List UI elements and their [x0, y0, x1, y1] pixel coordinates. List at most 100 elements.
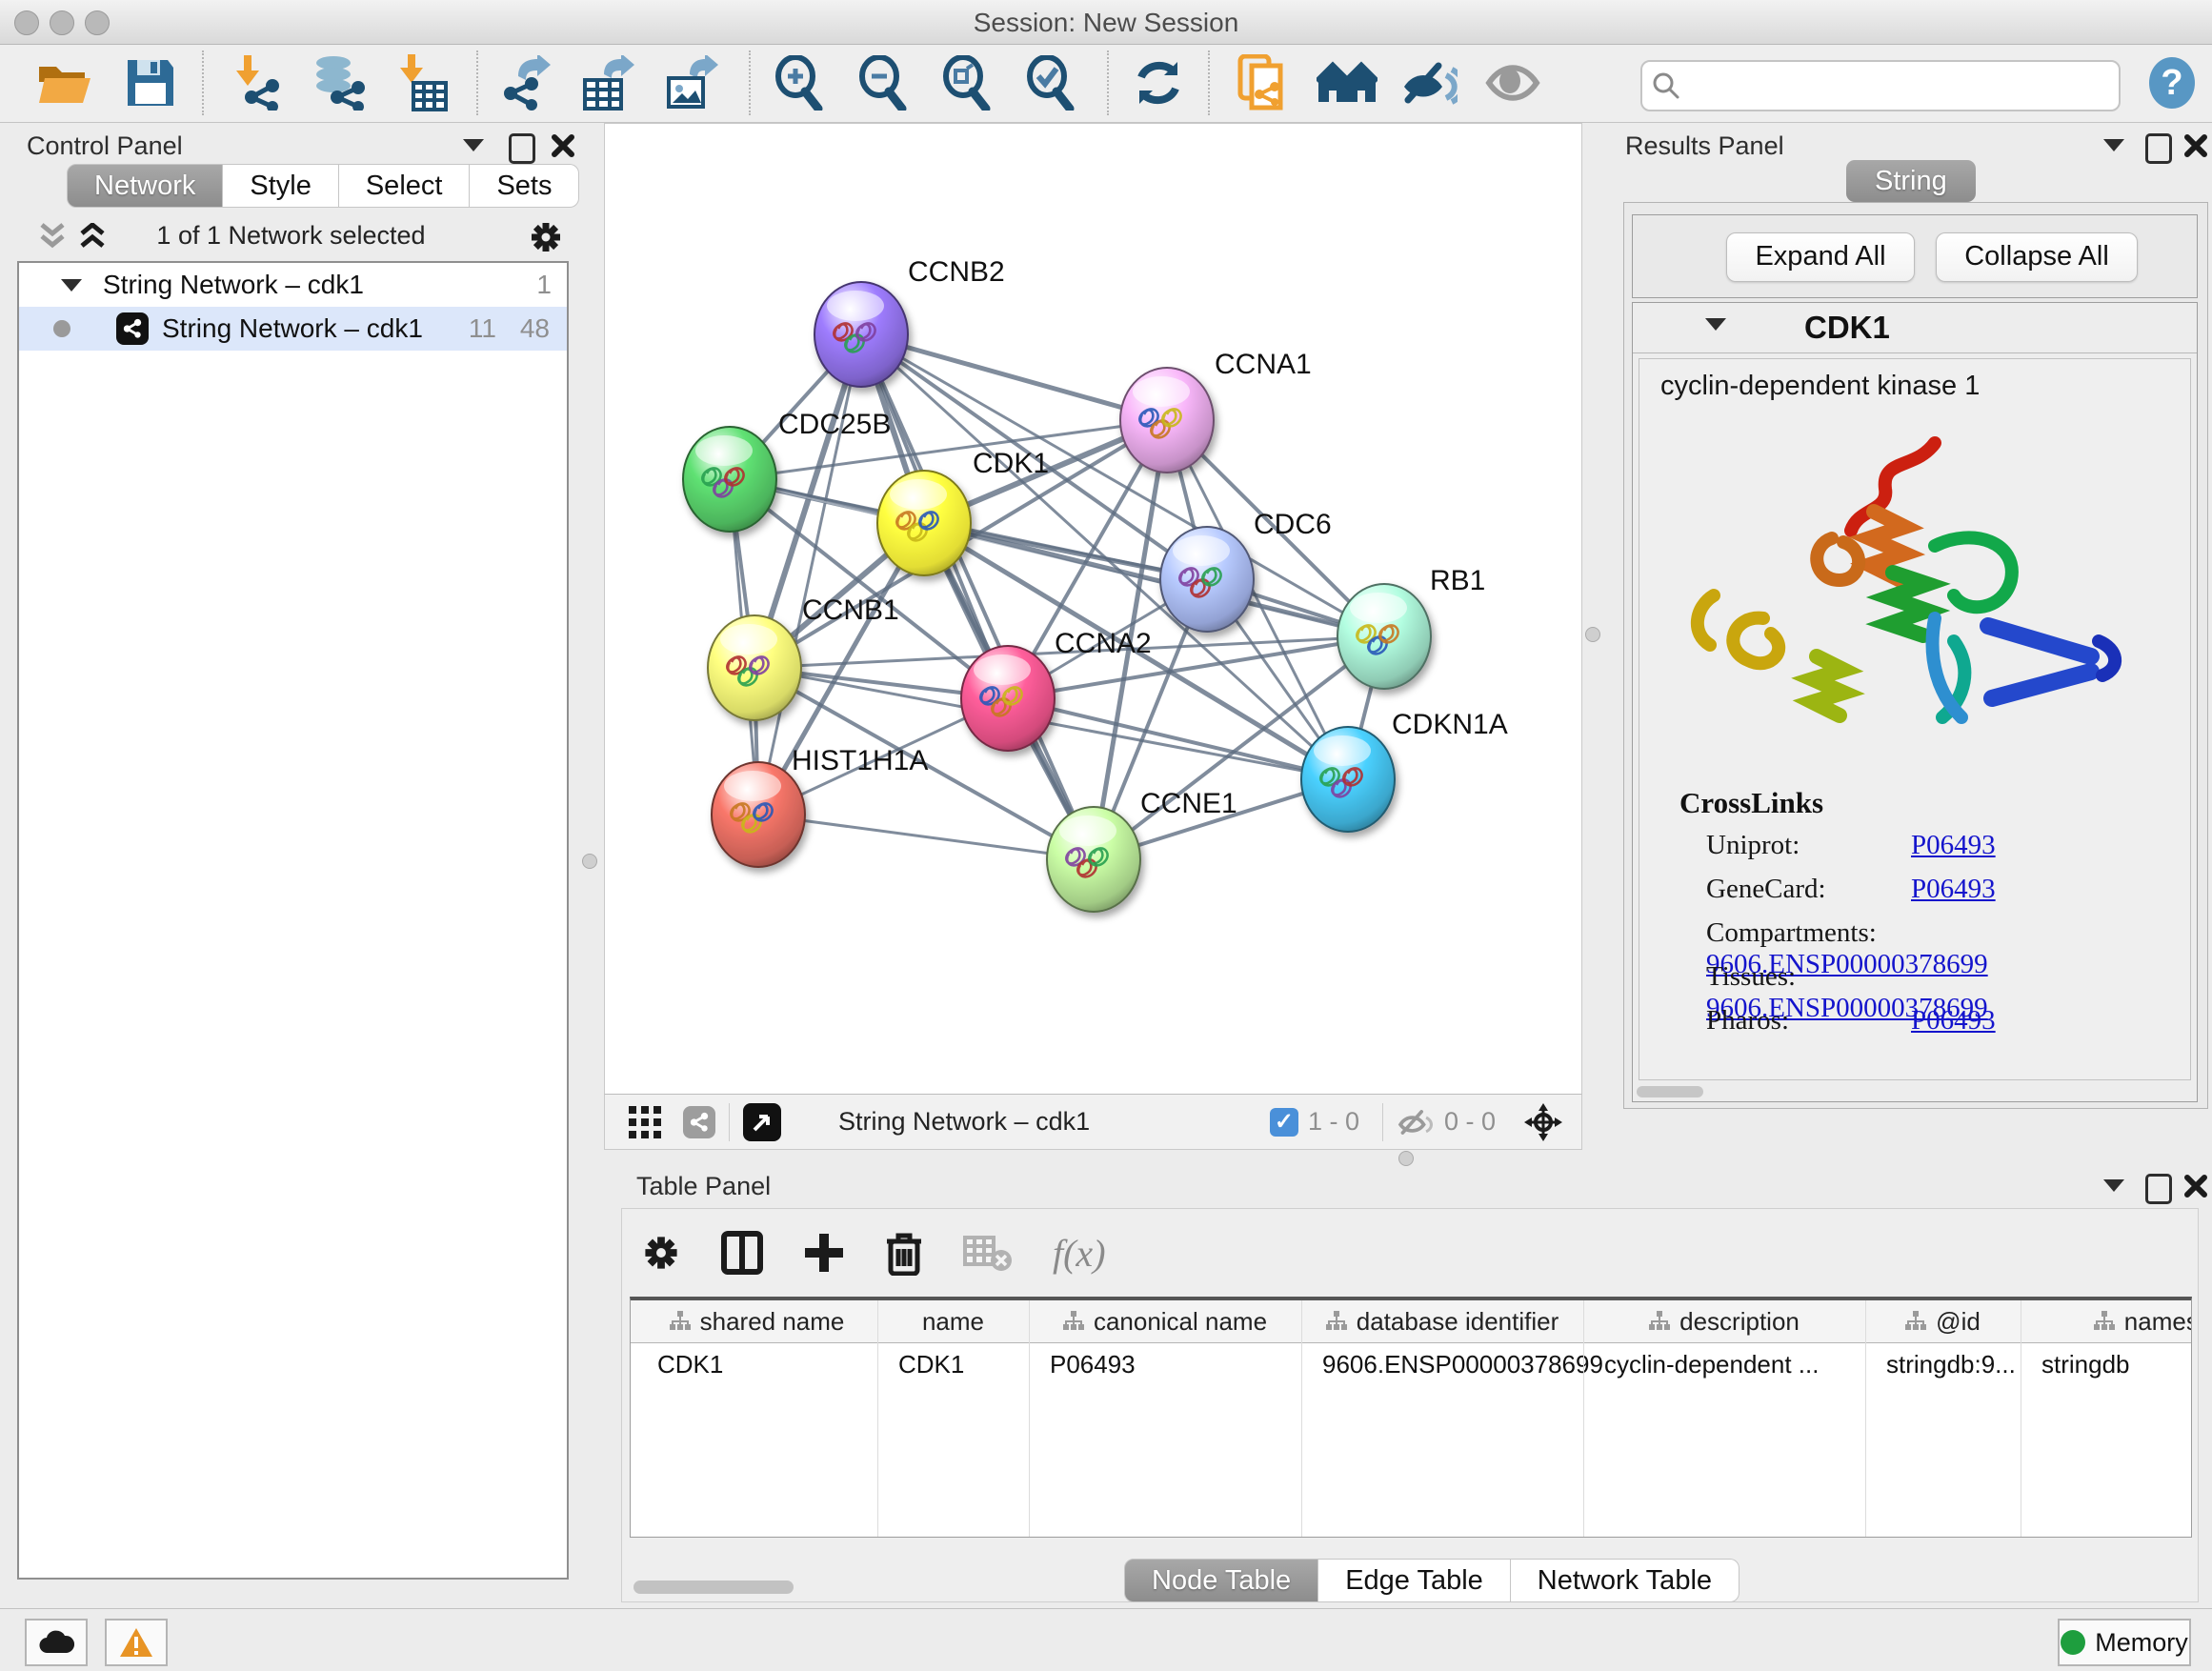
table-horizontal-scrollbar[interactable]: [633, 1580, 794, 1594]
zoom-out-icon: [856, 55, 908, 111]
network-label: String Network – cdk1: [162, 313, 423, 344]
open-session-button[interactable]: [34, 52, 95, 113]
tab-select[interactable]: Select: [339, 164, 471, 208]
column-header-database-identifier[interactable]: database identifier: [1301, 1300, 1583, 1342]
column-header-description[interactable]: description: [1583, 1300, 1865, 1342]
open-in-window-button[interactable]: [743, 1103, 781, 1141]
left-splitter-handle[interactable]: [582, 854, 597, 869]
crosslink-link[interactable]: P06493: [1911, 874, 1996, 904]
zoom-in-button[interactable]: [768, 52, 829, 113]
network-edge[interactable]: [758, 815, 1094, 859]
copy-style-button[interactable]: [1231, 52, 1292, 113]
attribute-table[interactable]: shared namenamecanonical namedatabase id…: [630, 1297, 2192, 1538]
cloud-status-button[interactable]: [25, 1619, 88, 1666]
column-header-namespace[interactable]: namespace: [2021, 1300, 2192, 1342]
warnings-button[interactable]: [105, 1619, 168, 1666]
import-network-database-button[interactable]: [307, 52, 368, 113]
protein-node-cdkn1a[interactable]: CDKN1A: [1301, 709, 1508, 832]
export-table-button[interactable]: [577, 52, 638, 113]
zoom-out-button[interactable]: [852, 52, 913, 113]
results-horizontal-scrollbar[interactable]: [1637, 1086, 1703, 1097]
expand-all-button[interactable]: Expand All: [1726, 232, 1915, 282]
memory-button[interactable]: Memory: [2058, 1619, 2191, 1666]
import-network-file-button[interactable]: [227, 52, 288, 113]
collection-expander-icon[interactable]: [61, 279, 82, 292]
export-network-button[interactable]: [493, 52, 554, 113]
hide-selected-button[interactable]: [1398, 52, 1459, 113]
select-columns-icon[interactable]: [721, 1231, 763, 1275]
network-edge[interactable]: [1008, 698, 1348, 779]
table-cell[interactable]: CDK1: [657, 1350, 870, 1379]
save-session-button[interactable]: [120, 52, 181, 113]
column-header-shared-name[interactable]: shared name: [636, 1300, 877, 1342]
results-panel-close-button[interactable]: [2183, 133, 2208, 158]
table-cell[interactable]: 9606.ENSP00000378699: [1322, 1350, 1576, 1379]
table-panel-close-button[interactable]: [2183, 1174, 2208, 1198]
control-panel-menu-button[interactable]: [463, 139, 484, 156]
status-bar: Memory: [0, 1608, 2212, 1671]
collapse-all-button[interactable]: Collapse All: [1936, 232, 2138, 282]
tab-style[interactable]: Style: [223, 164, 338, 208]
protein-node-hist1h1a[interactable]: HIST1H1A: [712, 745, 928, 867]
toolbar-separator: [202, 50, 204, 115]
results-panel-float-button[interactable]: [2145, 133, 2172, 169]
protein-section-header[interactable]: CDK1: [1633, 303, 2197, 353]
column-header-canonical-name[interactable]: canonical name: [1029, 1300, 1301, 1342]
node-label: CCNA1: [1215, 349, 1312, 380]
protein-node-cdc6[interactable]: CDC6: [1160, 509, 1332, 632]
network-row[interactable]: String Network – cdk1 11 48: [19, 307, 567, 351]
tab-sets[interactable]: Sets: [470, 164, 579, 208]
table-cell[interactable]: P06493: [1050, 1350, 1294, 1379]
delete-column-trash-icon[interactable]: [885, 1230, 923, 1276]
horizontal-splitter-handle[interactable]: [1398, 1151, 1414, 1166]
export-image-button[interactable]: [661, 52, 722, 113]
birds-eye-grid-icon[interactable]: [628, 1105, 662, 1139]
network-canvas[interactable]: CCNB2CCNA1CDC25BCDK1CDC6RB1CCNB1CCNA2CDK…: [604, 123, 1582, 1096]
table-cell[interactable]: CDK1: [898, 1350, 1021, 1379]
table-cell[interactable]: cyclin-dependent ...: [1604, 1350, 1858, 1379]
control-panel-close-button[interactable]: [551, 133, 575, 158]
show-all-button[interactable]: [1482, 52, 1543, 113]
network-edge[interactable]: [758, 334, 861, 815]
hidden-eye-slash-icon: [1397, 1107, 1435, 1137]
protein-node-ccna1[interactable]: CCNA1: [1120, 349, 1312, 473]
pan-crosshair-icon[interactable]: [1522, 1101, 1564, 1143]
help-button[interactable]: ?: [2142, 52, 2202, 113]
refresh-button[interactable]: [1128, 52, 1189, 113]
tab-network-table[interactable]: Network Table: [1511, 1559, 1739, 1602]
home-layout-button[interactable]: [1317, 52, 1377, 113]
table-panel-menu-button[interactable]: [2103, 1179, 2124, 1197]
search-input[interactable]: [1690, 70, 2119, 102]
table-toolbar: f(x): [641, 1222, 1106, 1283]
crosslink-link[interactable]: P06493: [1911, 1005, 1996, 1036]
import-table-button[interactable]: [392, 52, 453, 113]
column-type-icon: [1063, 1311, 1084, 1332]
selected-checkbox-icon[interactable]: ✓: [1270, 1108, 1298, 1137]
table-cell[interactable]: stringdb: [2041, 1350, 2192, 1379]
column-header-name[interactable]: name: [877, 1300, 1029, 1342]
zoom-fit-button[interactable]: [935, 52, 996, 113]
right-splitter-handle[interactable]: [1585, 627, 1600, 642]
gear-icon[interactable]: [528, 219, 564, 255]
tab-edge-table[interactable]: Edge Table: [1318, 1559, 1511, 1602]
copy-documents-icon: [1237, 54, 1286, 111]
section-expander-icon[interactable]: [1705, 318, 1726, 331]
table-settings-gear-icon[interactable]: [641, 1233, 681, 1273]
tab-node-table[interactable]: Node Table: [1124, 1559, 1318, 1602]
add-column-icon[interactable]: [803, 1232, 845, 1274]
table-cell[interactable]: stringdb:9...: [1886, 1350, 2013, 1379]
results-tab-string[interactable]: String: [1846, 160, 1976, 202]
protein-section: CDK1 cyclin-dependent kinase 1: [1632, 302, 2198, 1102]
tab-network[interactable]: Network: [67, 164, 223, 208]
protein-node-ccnb1[interactable]: CCNB1: [708, 594, 899, 720]
column-header-@id[interactable]: @id: [1865, 1300, 2021, 1342]
network-collection-row[interactable]: String Network – cdk1 1: [19, 263, 567, 307]
crosslink-link[interactable]: P06493: [1911, 830, 1996, 860]
zoom-selected-button[interactable]: [1019, 52, 1080, 113]
results-panel-menu-button[interactable]: [2103, 139, 2124, 156]
expand-collapse-box: Expand All Collapse All: [1632, 214, 2198, 298]
table-panel-float-button[interactable]: [2145, 1174, 2172, 1209]
protein-node-ccne1[interactable]: CCNE1: [1047, 788, 1237, 912]
search-field[interactable]: [1640, 60, 2121, 111]
protein-node-rb1[interactable]: RB1: [1337, 565, 1485, 689]
